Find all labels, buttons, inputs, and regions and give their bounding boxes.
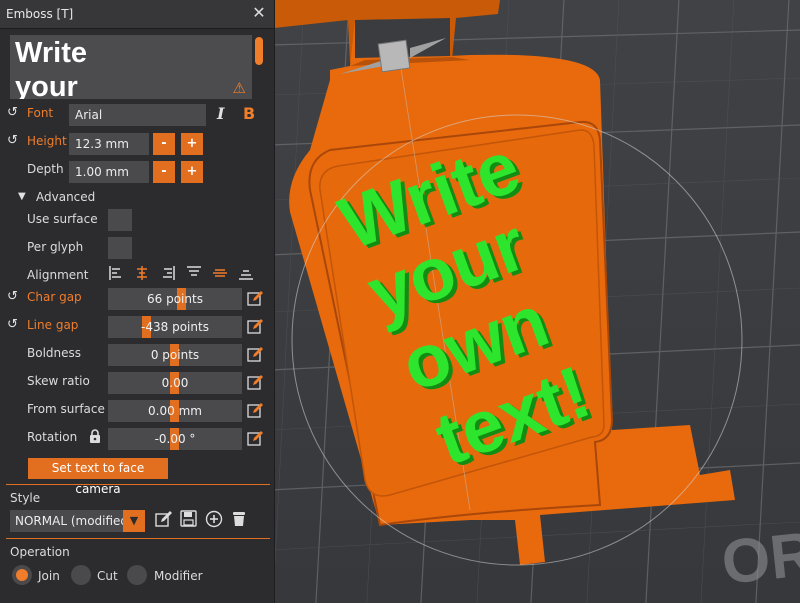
font-label: Font	[27, 106, 54, 120]
boldness-label: Boldness	[27, 346, 82, 360]
from-surface-label: From surface	[27, 402, 105, 416]
align-top-icon[interactable]	[186, 265, 202, 281]
style-select[interactable]: NORMAL (modified) ▼	[10, 510, 145, 532]
align-center-icon[interactable]	[134, 265, 150, 281]
height-label: Height	[27, 134, 67, 148]
skew-ratio-slider[interactable]: 0.00	[108, 372, 242, 394]
line-gap-value: -438 points	[141, 320, 209, 334]
font-select[interactable]: Arial	[69, 104, 206, 126]
face-camera-button[interactable]: Set text to face camera	[28, 458, 168, 496]
advanced-toggle-icon[interactable]: ▼	[18, 191, 26, 202]
align-left-icon[interactable]	[108, 265, 124, 281]
bold-icon[interactable]: B	[243, 104, 255, 123]
edit-style-icon[interactable]	[155, 510, 173, 528]
cut-radio[interactable]	[71, 565, 91, 585]
char-gap-label: Char gap	[27, 290, 82, 304]
lock-icon[interactable]	[88, 428, 102, 447]
skew-ratio-edit-icon[interactable]	[247, 374, 264, 391]
height-reset-icon[interactable]: ↺	[7, 134, 21, 148]
modifier-radio[interactable]	[127, 565, 147, 585]
boldness-value: 0 points	[150, 348, 200, 362]
boldness-edit-icon[interactable]	[247, 346, 264, 363]
panel-title: Emboss [T]	[6, 7, 74, 21]
depth-label: Depth	[27, 162, 64, 176]
text-input[interactable]: Write your ⚠	[10, 35, 252, 99]
height-input[interactable]: 12.3 mm	[69, 133, 149, 155]
boldness-slider[interactable]: 0 points	[108, 344, 242, 366]
style-label: Style	[10, 491, 41, 505]
text-line-2: your	[15, 71, 78, 99]
save-icon[interactable]	[180, 510, 198, 528]
char-gap-edit-icon[interactable]	[247, 290, 264, 307]
style-selected: NORMAL (modified)	[15, 514, 133, 528]
rotation-value: -0.00 °	[154, 432, 196, 446]
char-gap-value: 66 points	[147, 292, 203, 306]
height-decrease-button[interactable]: -	[153, 133, 175, 155]
separator	[6, 484, 270, 485]
italic-icon[interactable]: I	[217, 104, 224, 123]
text-scrollbar[interactable]	[255, 37, 263, 65]
panel-titlebar[interactable]: Emboss [T] ✕	[0, 0, 274, 29]
align-middle-icon[interactable]	[212, 265, 228, 281]
modifier-label[interactable]: Modifier	[154, 569, 203, 583]
use-surface-label: Use surface	[27, 212, 98, 226]
depth-decrease-button[interactable]: -	[153, 161, 175, 183]
join-label[interactable]: Join	[38, 569, 60, 583]
line-gap-reset-icon[interactable]: ↺	[7, 318, 21, 332]
line-gap-label: Line gap	[27, 318, 79, 332]
from-surface-slider[interactable]: 0.00 mm	[108, 400, 242, 422]
align-right-icon[interactable]	[160, 265, 176, 281]
char-gap-slider[interactable]: 66 points	[108, 288, 242, 310]
font-reset-icon[interactable]: ↺	[7, 106, 21, 120]
advanced-toggle[interactable]: Advanced	[36, 190, 95, 204]
text-line-1: Write	[15, 37, 87, 69]
operation-label: Operation	[10, 545, 70, 559]
rotation-label: Rotation	[27, 430, 78, 444]
warning-icon[interactable]: ⚠	[233, 79, 246, 97]
alignment-label: Alignment	[27, 268, 89, 282]
from-surface-edit-icon[interactable]	[247, 402, 264, 419]
join-radio[interactable]	[12, 565, 32, 585]
add-style-icon[interactable]	[205, 510, 223, 528]
per-glyph-checkbox[interactable]	[108, 237, 132, 259]
line-gap-edit-icon[interactable]	[247, 318, 264, 335]
rotation-slider[interactable]: -0.00 °	[108, 428, 242, 450]
line-gap-slider[interactable]: -438 points	[108, 316, 242, 338]
chevron-down-icon[interactable]: ▼	[123, 510, 145, 532]
depth-increase-button[interactable]: +	[181, 161, 203, 183]
separator-2	[6, 538, 270, 539]
height-increase-button[interactable]: +	[181, 133, 203, 155]
char-gap-reset-icon[interactable]: ↺	[7, 290, 21, 304]
per-glyph-label: Per glyph	[27, 240, 84, 254]
bed-label: OR	[719, 519, 800, 597]
cut-label[interactable]: Cut	[97, 569, 118, 583]
rotation-edit-icon[interactable]	[247, 430, 264, 447]
skew-ratio-value: 0.00	[161, 376, 189, 390]
skew-ratio-label: Skew ratio	[27, 374, 90, 388]
from-surface-value: 0.00 mm	[148, 404, 202, 418]
alignment-group	[108, 265, 258, 283]
align-bottom-icon[interactable]	[238, 265, 254, 281]
use-surface-checkbox[interactable]	[108, 209, 132, 231]
close-icon[interactable]: ✕	[250, 4, 268, 22]
depth-input[interactable]: 1.00 mm	[69, 161, 149, 183]
emboss-panel: Emboss [T] ✕ Write your ⚠ ↺ Font Arial I…	[0, 0, 275, 603]
delete-style-icon[interactable]	[230, 510, 248, 528]
